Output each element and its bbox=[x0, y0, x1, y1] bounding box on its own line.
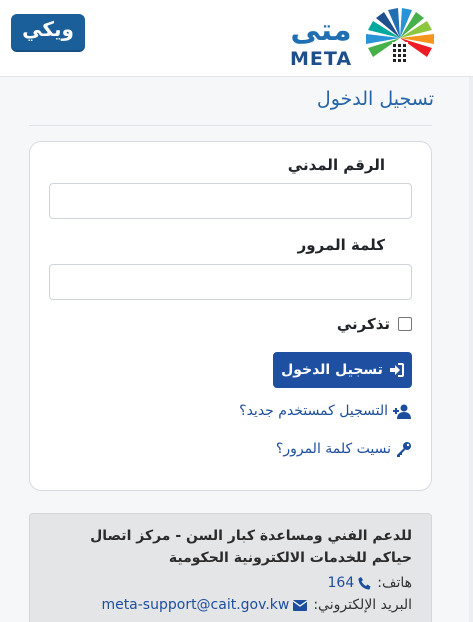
password-input[interactable] bbox=[49, 264, 412, 300]
title-divider bbox=[29, 125, 432, 126]
email-value[interactable]: meta-support@cait.gov.kw bbox=[101, 597, 289, 613]
wiki-logo[interactable]: ويكي bbox=[11, 14, 85, 52]
civil-id-input[interactable] bbox=[49, 183, 412, 219]
meta-logo-arabic: متى bbox=[290, 13, 352, 48]
sign-in-icon bbox=[389, 363, 404, 377]
phone-icon bbox=[358, 576, 371, 589]
login-button[interactable]: تسجيل الدخول bbox=[273, 352, 412, 388]
support-email: البريد الإلكتروني: meta-support@cait.gov… bbox=[101, 597, 412, 613]
wiki-logo-text: ويكي bbox=[22, 17, 74, 41]
scrollbar[interactable] bbox=[469, 77, 473, 622]
envelope-icon bbox=[293, 599, 308, 611]
forgot-password-label: نسيت كلمة المرور؟ bbox=[275, 441, 391, 457]
email-label: البريد الإلكتروني: bbox=[313, 597, 412, 613]
remember-checkbox[interactable] bbox=[398, 317, 412, 331]
civil-id-label: الرقم المدني bbox=[287, 156, 385, 174]
remember-label: تذكرني bbox=[336, 315, 390, 333]
register-link-label: التسجيل كمستخدم جديد؟ bbox=[239, 403, 388, 419]
page-title: تسجيل الدخول bbox=[316, 88, 434, 110]
support-phone: هاتف: 164 bbox=[328, 575, 413, 591]
user-plus-icon bbox=[393, 404, 411, 419]
remember-me[interactable]: تذكرني bbox=[337, 315, 412, 333]
site-header: ويكي متى META bbox=[0, 0, 473, 77]
phone-value[interactable]: 164 bbox=[328, 575, 355, 591]
key-icon bbox=[397, 442, 411, 457]
phone-label: هاتف: bbox=[377, 575, 412, 591]
meta-logo-english: META bbox=[289, 48, 353, 70]
login-button-label: تسجيل الدخول bbox=[281, 362, 383, 378]
password-label: كلمة المرور bbox=[297, 236, 385, 254]
meta-emblem-icon bbox=[366, 8, 434, 66]
forgot-password-link[interactable]: نسيت كلمة المرور؟ bbox=[276, 441, 412, 457]
register-link[interactable]: التسجيل كمستخدم جديد؟ bbox=[239, 403, 412, 419]
support-title: للدعم الفني ومساعدة كبار السن - مركز اتص… bbox=[90, 528, 412, 566]
